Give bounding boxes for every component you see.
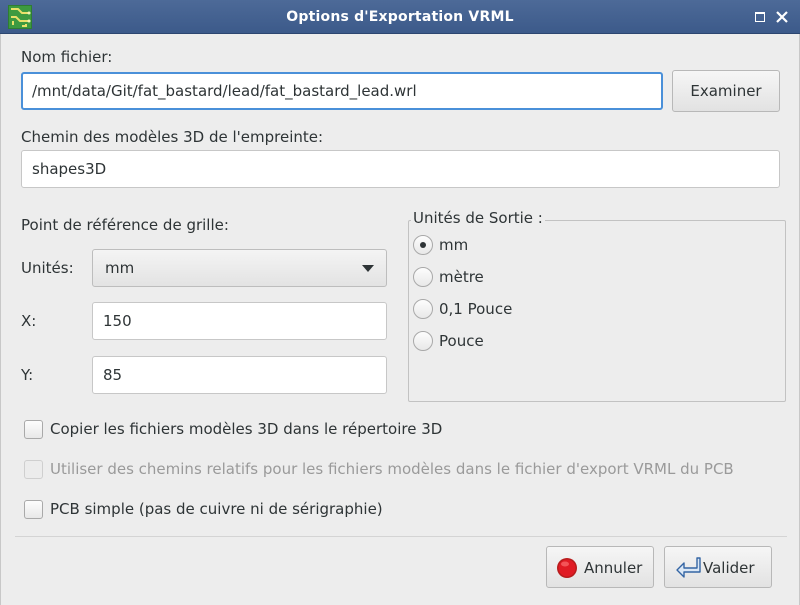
close-icon[interactable]: [774, 9, 790, 25]
copy-models-label: Copier les fichiers modèles 3D dans le r…: [50, 420, 443, 438]
output-units-title: Unités de Sortie :: [411, 209, 545, 227]
dialog-body: Nom fichier: Examiner Chemin des modèles…: [0, 34, 800, 605]
radio-mm-label: mm: [439, 236, 469, 254]
file-name-label: Nom fichier:: [21, 48, 113, 66]
simple-pcb-label: PCB simple (pas de cuivre ni de sérigrap…: [50, 500, 383, 518]
ok-button-label: Valider: [703, 559, 755, 577]
models-path-label: Chemin des modèles 3D de l'empreinte:: [21, 128, 324, 146]
simple-pcb-checkbox[interactable]: [24, 500, 43, 519]
file-name-input[interactable]: [21, 72, 663, 110]
window-title: Options d'Exportation VRML: [286, 9, 514, 25]
chevron-down-icon: [362, 265, 374, 272]
units-dropdown[interactable]: mm: [92, 249, 387, 287]
title-bar: Options d'Exportation VRML: [0, 0, 800, 34]
enter-arrow-icon: [676, 557, 701, 578]
maximize-icon[interactable]: [752, 9, 768, 25]
x-input[interactable]: [92, 302, 387, 340]
radio-mm[interactable]: [413, 235, 433, 255]
copy-models-checkbox[interactable]: [24, 420, 43, 439]
stop-icon: [557, 558, 577, 578]
radio-tenth-inch-label: 0,1 Pouce: [439, 300, 513, 318]
y-input[interactable]: [92, 356, 387, 394]
units-label: Unités:: [21, 259, 74, 277]
separator: [15, 536, 787, 537]
relative-paths-checkbox: [24, 460, 43, 479]
ok-button[interactable]: Valider: [664, 546, 772, 588]
radio-metre[interactable]: [413, 267, 433, 287]
browse-button[interactable]: Examiner: [672, 70, 780, 112]
x-label: X:: [21, 312, 37, 330]
grid-ref-label: Point de référence de grille:: [21, 216, 229, 234]
radio-tenth-inch[interactable]: [413, 299, 433, 319]
relative-paths-label: Utiliser des chemins relatifs pour les f…: [50, 460, 734, 478]
cancel-button[interactable]: Annuler: [546, 546, 654, 588]
radio-inch[interactable]: [413, 331, 433, 351]
radio-metre-label: mètre: [439, 268, 484, 286]
y-label: Y:: [21, 366, 34, 384]
cancel-button-label: Annuler: [584, 559, 643, 577]
radio-inch-label: Pouce: [439, 332, 484, 350]
models-path-input[interactable]: [21, 150, 780, 188]
units-dropdown-value: mm: [105, 259, 135, 277]
